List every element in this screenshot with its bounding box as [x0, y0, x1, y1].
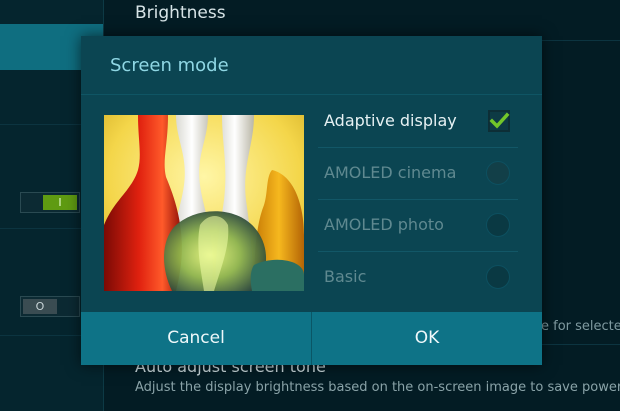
radio-button[interactable]	[486, 265, 510, 289]
option-amoled-photo[interactable]: AMOLED photo	[318, 200, 518, 252]
toggle-knob: I	[43, 195, 77, 210]
toggle-knob: O	[23, 299, 57, 314]
dialog-title: Screen mode	[110, 55, 229, 76]
option-basic[interactable]: Basic	[318, 252, 518, 304]
screen-mode-dialog: Screen mode Adaptive display AMOLED cine…	[81, 36, 542, 365]
brightness-setting-title[interactable]: Brightness	[135, 3, 226, 23]
option-adaptive-display[interactable]: Adaptive display	[318, 96, 518, 148]
dialog-button-bar: Cancel OK	[81, 312, 542, 365]
divider	[81, 94, 542, 95]
option-label: Basic	[324, 267, 367, 286]
option-label: AMOLED photo	[324, 215, 444, 234]
radio-button[interactable]	[486, 161, 510, 185]
cancel-button[interactable]: Cancel	[81, 312, 311, 365]
option-label: AMOLED cinema	[324, 163, 457, 182]
checkbox-checked[interactable]	[488, 110, 510, 132]
option-amoled-cinema[interactable]: AMOLED cinema	[318, 148, 518, 200]
option-label: Adaptive display	[324, 111, 457, 130]
auto-adjust-tone-description: Adjust the display brightness based on t…	[135, 380, 620, 395]
checkmark-icon	[489, 112, 510, 129]
toggle-switch-on[interactable]: I	[20, 192, 80, 213]
toggle-switch-off[interactable]: O	[20, 296, 80, 317]
glass-vases-image	[104, 115, 304, 291]
ok-button[interactable]: OK	[312, 312, 542, 365]
radio-button[interactable]	[486, 213, 510, 237]
background-setting-text: e for selected	[541, 319, 620, 334]
